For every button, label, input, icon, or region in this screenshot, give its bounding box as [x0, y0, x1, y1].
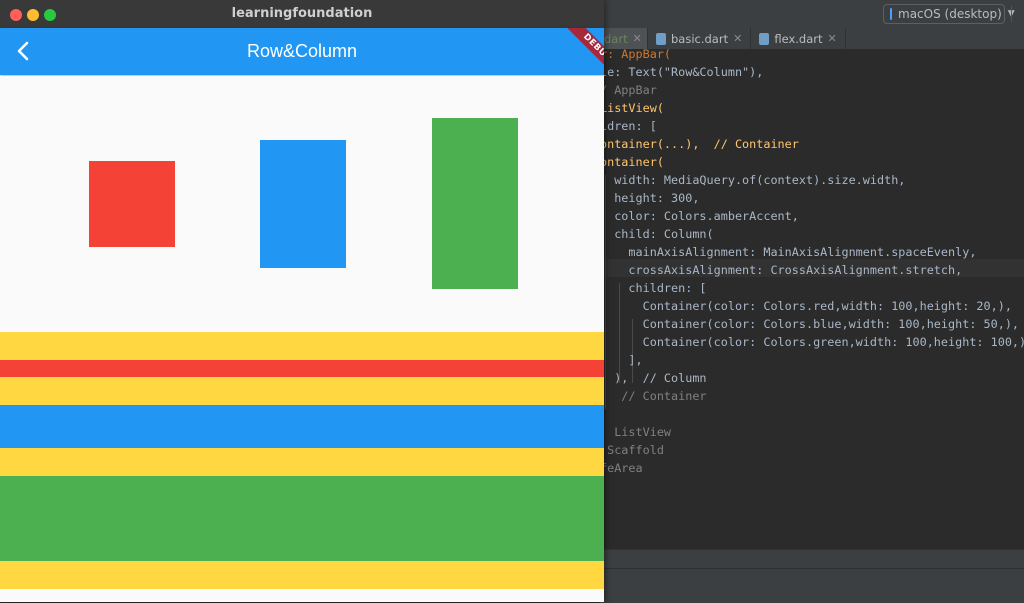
code-line: color: Colors.amberAccent,: [600, 209, 799, 223]
code-line: crossAxisAlignment: CrossAxisAlignment.s…: [600, 263, 963, 277]
code-line: height: 300,: [600, 191, 700, 205]
code-line: / AppBar: [600, 83, 657, 97]
app-bar-title: Row&Column: [246, 41, 358, 61]
code-line: Container(color: Colors.blue,width: 100,…: [600, 317, 1020, 331]
code-line: ontainer(: [600, 155, 664, 169]
app-window: learningfoundation Row&Column DEBUG: [0, 0, 604, 602]
blue-bar: [0, 405, 604, 448]
code-editor[interactable]: r: AppBar( le: Text("Row&Column"), / App…: [600, 47, 1024, 549]
code-line: child: Column(: [600, 227, 714, 241]
window-titlebar: learningfoundation: [0, 0, 604, 29]
code-line: ListView(: [600, 101, 664, 115]
red-square: [89, 161, 175, 247]
code-line: width: MediaQuery.of(context).size.width…: [600, 173, 906, 187]
debug-banner-label: DEBUG: [567, 28, 604, 76]
code-line: ListView: [600, 425, 672, 439]
app-bar: Row&Column: [0, 28, 604, 75]
code-line: mainAxisAlignment: MainAxisAlignment.spa…: [600, 245, 977, 259]
close-icon[interactable]: ✕: [633, 32, 642, 45]
code-line: Container(color: Colors.green,width: 100…: [600, 335, 1024, 349]
dart-file-icon: [656, 32, 666, 45]
device-selector-label: macOS (desktop): [898, 7, 1002, 21]
code-line: r: AppBar(: [600, 47, 672, 61]
window-title: learningfoundation: [231, 6, 373, 21]
code-line: Container(color: Colors.red,width: 100,h…: [600, 299, 1012, 313]
tab-label: flex.dart: [774, 31, 823, 46]
code-line: Scaffold: [600, 443, 664, 457]
toolbar-divider: [1011, 6, 1012, 22]
red-bar: [0, 360, 604, 377]
code-line: le: Text("Row&Column"),: [600, 65, 764, 79]
green-bar: [0, 476, 604, 561]
code-line: ldren: [: [600, 119, 657, 133]
debug-banner: DEBUG: [556, 28, 604, 76]
panel-divider: [600, 568, 1024, 569]
ide-bottom-panel: [600, 549, 1024, 603]
tab-label: basic.dart: [671, 31, 729, 46]
device-selector[interactable]: macOS (desktop) ▼: [883, 4, 1015, 24]
code-line: ontainer(...), // Container: [600, 137, 799, 151]
code-line: children: [: [600, 281, 707, 295]
blue-rectangle: [260, 140, 346, 268]
code-line: ), // Column: [600, 371, 707, 385]
code-line: // Container: [600, 389, 707, 403]
code-line: feArea: [600, 461, 643, 475]
tab-label: dart: [604, 31, 628, 46]
close-icon[interactable]: ✕: [828, 32, 837, 45]
list-view[interactable]: [0, 76, 604, 602]
green-rectangle: [432, 118, 518, 289]
close-icon[interactable]: ✕: [733, 32, 742, 45]
code-line: ],: [600, 353, 643, 367]
tab-flex-dart[interactable]: flex.dart ✕: [751, 28, 846, 49]
phone-icon: [890, 8, 892, 20]
dart-file-icon: [759, 32, 770, 45]
